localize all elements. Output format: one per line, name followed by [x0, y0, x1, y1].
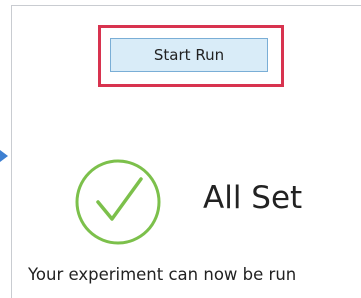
checkmark-circle-icon	[75, 159, 161, 245]
arrow-right-icon	[0, 150, 8, 162]
start-run-button[interactable]: Start Run	[110, 38, 268, 72]
status-message: Your experiment can now be run	[28, 265, 297, 284]
status-title: All Set	[203, 180, 303, 216]
screenshot-stage: Start Run All Set Your experiment can no…	[0, 0, 361, 298]
